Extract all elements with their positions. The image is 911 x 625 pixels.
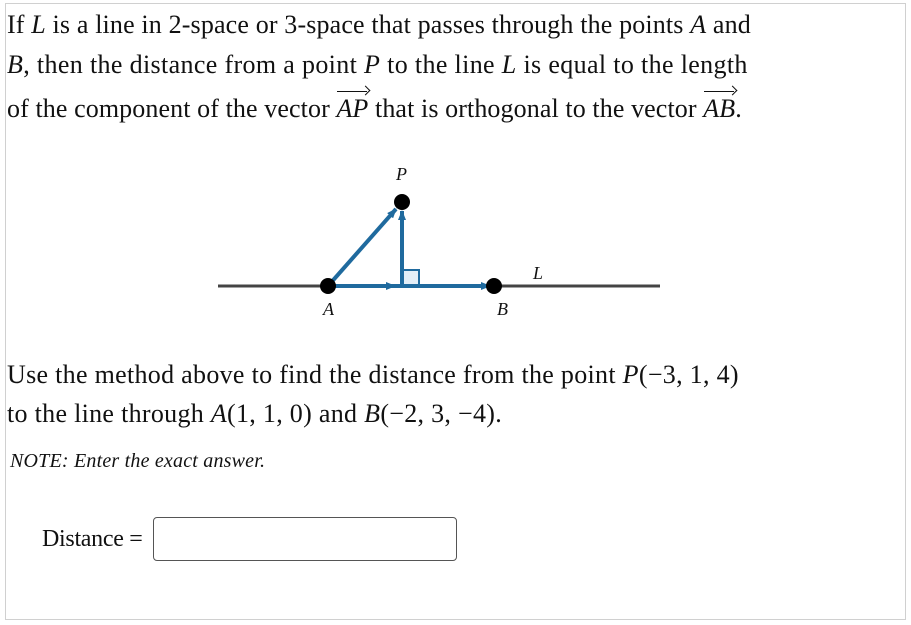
question-line-2: to the line through A(1, 1, 0) and B(−2,… [7, 394, 897, 433]
answer-row: Distance = [42, 516, 457, 562]
math-var: L [501, 50, 517, 79]
question-line-1: Use the method above to find the distanc… [7, 355, 897, 394]
point-P [394, 194, 410, 210]
label-L: L [532, 263, 543, 283]
text: , then the distance from a point [23, 50, 365, 79]
text: to the line [380, 50, 502, 79]
text: of the component of the vector [7, 94, 337, 123]
point-A [320, 278, 336, 294]
math-var: P [622, 360, 639, 389]
text: is equal to the length [516, 50, 748, 79]
intro-line-1: If L is a line in 2-space or 3-space tha… [7, 5, 897, 45]
text: and [312, 399, 365, 428]
vector-ab: AB [703, 89, 735, 129]
question-paragraph: Use the method above to find the distanc… [7, 355, 897, 433]
label-A: A [322, 299, 335, 319]
intro-paragraph: If L is a line in 2-space or 3-space tha… [7, 5, 897, 129]
coordinates-P: (−3, 1, 4) [638, 360, 739, 389]
math-var: B [7, 50, 24, 79]
right-angle-marker [402, 269, 420, 287]
coordinates-A: (1, 1, 0) [227, 399, 313, 428]
vector-ap: AP [336, 89, 368, 129]
vector-AP [326, 207, 398, 288]
text: to the line through [7, 399, 211, 428]
math-var: P [364, 50, 381, 79]
point-B [486, 278, 502, 294]
projection-diagram: P A B L [218, 164, 660, 319]
text: that is orthogonal to the vector [368, 94, 704, 123]
text: Use the method above to find the distanc… [7, 360, 623, 389]
text: and [706, 10, 751, 39]
math-var: A [210, 399, 228, 428]
intro-line-2: B, then the distance from a point P to t… [7, 45, 897, 85]
math-var: B [364, 399, 381, 428]
note-text: NOTE: Enter the exact answer. [10, 450, 266, 472]
label-P: P [395, 164, 407, 184]
text: . [735, 94, 742, 123]
text: . [495, 399, 503, 428]
intro-line-3: of the component of the vector AP that i… [7, 89, 897, 129]
distance-label: Distance = [42, 525, 143, 552]
math-var: A [690, 10, 707, 39]
text: is a line in 2-space or 3-space that pas… [45, 10, 691, 39]
label-B: B [497, 299, 508, 319]
distance-input[interactable] [152, 517, 457, 561]
math-var: L [31, 10, 46, 39]
coordinates-B: (−2, 3, −4) [380, 399, 496, 428]
text: If [7, 10, 32, 39]
